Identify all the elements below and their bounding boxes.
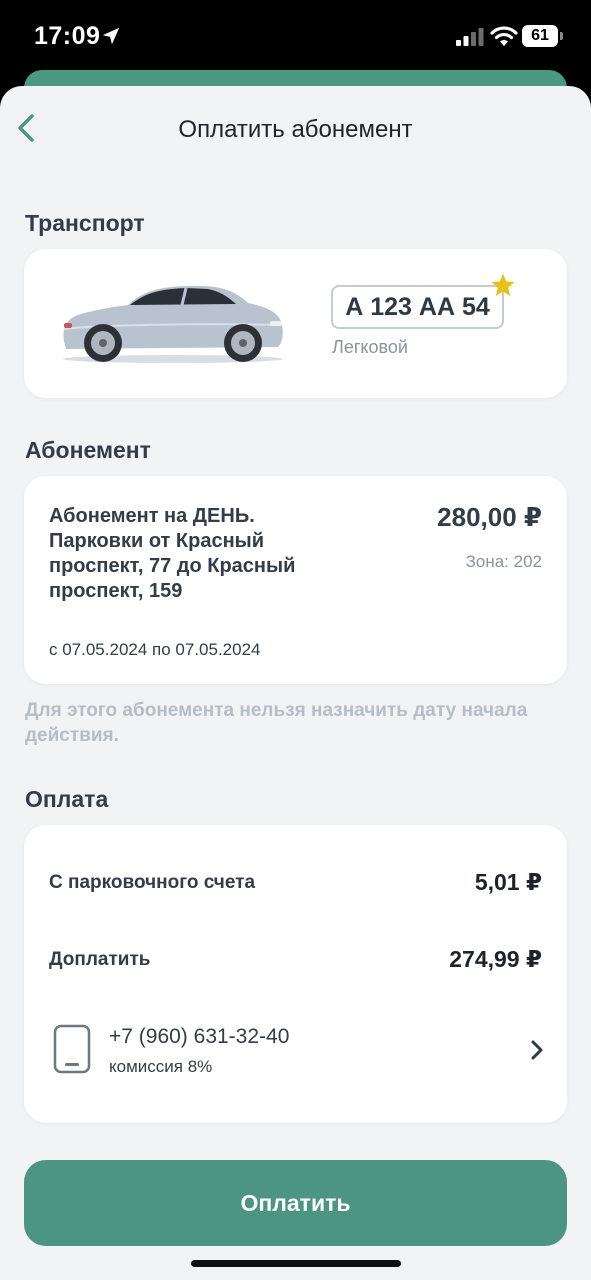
payment-section-title: Оплата (25, 786, 109, 812)
vehicle-card[interactable]: А 123 АА 54 Легковой (24, 249, 567, 398)
extra-payment-value: 274,99 ₽ (449, 946, 542, 972)
transport-section-title: Транспорт (25, 210, 145, 236)
payment-method-row[interactable]: +7 (960) 631-32-40 комиссия 8% (24, 1013, 567, 1093)
vehicle-type: Легковой (332, 337, 408, 357)
battery-level: 61 (522, 25, 558, 47)
payment-sheet: Оплатить абонемент Транспорт А 123 АА 54… (0, 86, 591, 1280)
star-icon[interactable] (490, 272, 516, 298)
subscription-dates: с 07.05.2024 по 07.05.2024 (49, 640, 261, 659)
location-arrow-icon (102, 27, 120, 45)
phone-number: +7 (960) 631-32-40 (109, 1025, 290, 1048)
subscription-section-title: Абонемент (25, 437, 151, 463)
subscription-zone: Зона: 202 (465, 552, 542, 571)
payment-card: С парковочного счета 5,01 ₽ Доплатить 27… (24, 825, 567, 1123)
wifi-icon (490, 26, 518, 46)
subscription-description: Абонемент на ДЕНЬ. Парковки от Красный п… (49, 505, 296, 602)
subscription-card: Абонемент на ДЕНЬ. Парковки от Красный п… (24, 476, 567, 684)
page-title: Оплатить абонемент (178, 116, 413, 143)
home-indicator (191, 1260, 401, 1267)
parking-account-value: 5,01 ₽ (474, 869, 542, 895)
subscription-note: Для этого абонемента нельзя назначить да… (25, 700, 528, 746)
phone-icon (53, 1024, 91, 1074)
pay-button[interactable]: Оплатить (24, 1160, 567, 1246)
navigation-bar: Оплатить абонемент (0, 86, 591, 174)
parking-account-label: С парковочного счета (49, 872, 256, 893)
commission-text: комиссия 8% (109, 1057, 213, 1076)
signal-icon (456, 28, 484, 46)
chevron-right-icon (531, 1040, 543, 1060)
status-time: 17:09 (34, 22, 101, 50)
extra-payment-label: Доплатить (49, 949, 151, 970)
battery-icon: 61 (522, 25, 564, 47)
status-bar: 17:09 61 (0, 0, 591, 80)
car-image (63, 285, 283, 363)
subscription-price: 280,00 ₽ (437, 502, 542, 532)
license-plate: А 123 АА 54 (331, 285, 504, 329)
